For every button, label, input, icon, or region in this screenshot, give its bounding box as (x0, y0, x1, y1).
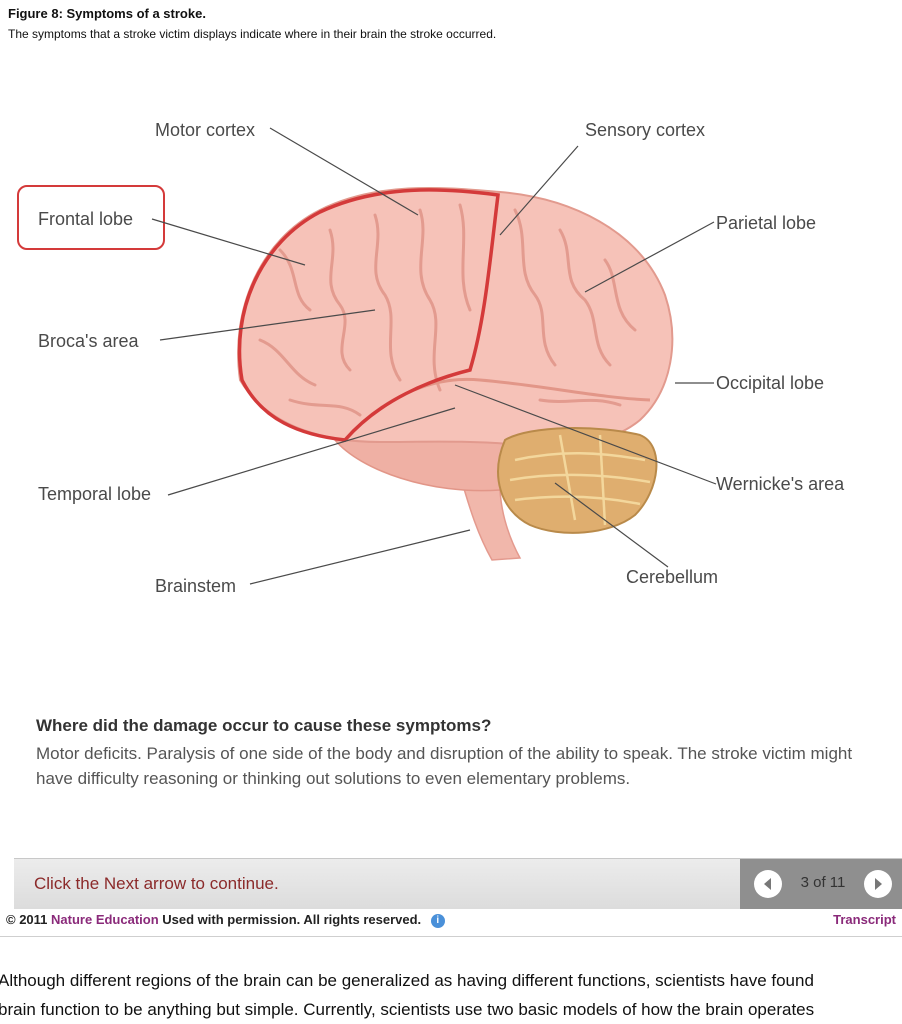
brain-diagram: Motor cortex Sensory cortex Frontal lobe… (17, 120, 845, 596)
rights-text: Used with permission. All rights reserve… (162, 912, 422, 927)
figure-caption: The symptoms that a stroke victim displa… (8, 27, 497, 41)
label-brainstem: Brainstem (155, 576, 236, 596)
copyright-notice: © 2011 Nature Education Used with permis… (6, 912, 445, 928)
label-brocas-area: Broca's area (38, 331, 139, 351)
previous-button[interactable] (754, 870, 782, 898)
label-occipital-lobe: Occipital lobe (716, 373, 824, 393)
navigation-bar: Click the Next arrow to continue. 3 of 1… (14, 858, 902, 909)
label-cerebellum: Cerebellum (626, 567, 718, 587)
divider (0, 936, 902, 937)
label-parietal-lobe: Parietal lobe (716, 213, 816, 233)
article-line: brain function to be anything but simple… (0, 1000, 815, 1019)
question-heading: Where did the damage occur to cause thes… (36, 716, 492, 735)
question-text: Motor deficits. Paralysis of one side of… (36, 744, 853, 788)
transcript-link[interactable]: Transcript (833, 912, 896, 927)
article-text: Although different regions of the brain … (0, 966, 902, 1024)
article-line: Although different regions of the brain … (0, 971, 814, 990)
page-indicator: 3 of 11 (800, 874, 846, 891)
label-wernickes-area: Wernicke's area (716, 474, 845, 494)
copyright-year: © 2011 (6, 912, 48, 927)
label-motor-cortex: Motor cortex (155, 120, 255, 140)
continue-prompt: Click the Next arrow to continue. (34, 874, 279, 893)
chevron-right-icon (875, 878, 882, 890)
chevron-left-icon (764, 878, 771, 890)
cerebrum-shape (237, 186, 674, 448)
figure-title: Figure 8: Symptoms of a stroke. (8, 6, 206, 21)
info-icon[interactable]: i (430, 913, 445, 928)
label-temporal-lobe: Temporal lobe (38, 484, 151, 504)
label-sensory-cortex: Sensory cortex (585, 120, 705, 140)
figure-footer: © 2011 Nature Education Used with permis… (0, 910, 902, 934)
next-button[interactable] (864, 870, 892, 898)
organization-link[interactable]: Nature Education (51, 912, 159, 927)
pager: 3 of 11 (740, 859, 902, 909)
label-frontal-lobe: Frontal lobe (38, 209, 133, 229)
